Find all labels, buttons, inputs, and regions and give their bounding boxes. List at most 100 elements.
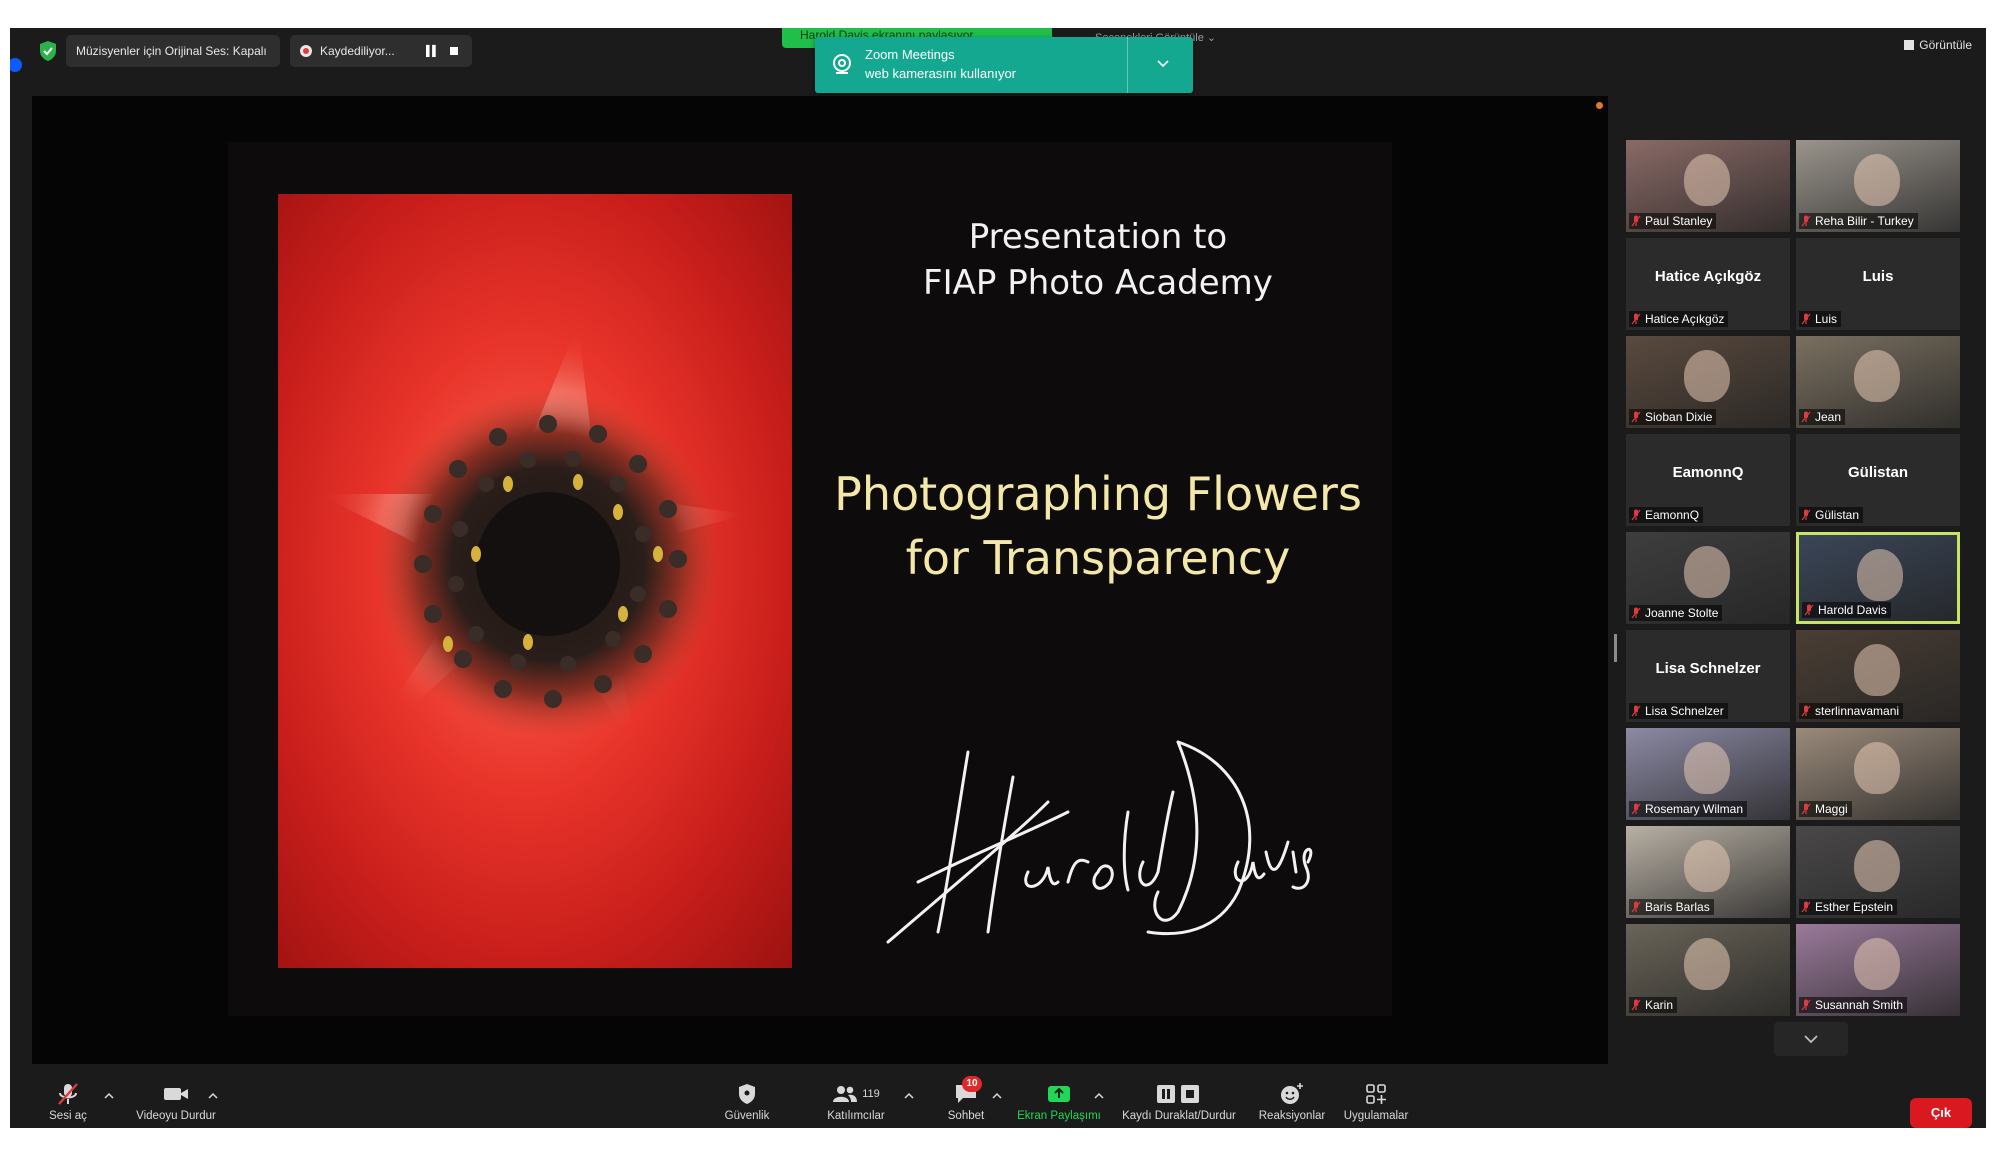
participant-tile[interactable]: Esther Epstein [1796, 826, 1960, 918]
presenter-indicator-dot [1596, 102, 1603, 109]
participant-video-feed [1684, 742, 1730, 794]
participant-tile[interactable]: Reha Bilir - Turkey [1796, 140, 1960, 232]
participant-name-label: EamonnQ [1629, 507, 1704, 523]
pause-stop-recording-button[interactable]: Kaydı Duraklat/Durdur [1114, 1080, 1244, 1128]
slide-title-line-2: FIAP Photo Academy [923, 263, 1273, 303]
pause-stop-recording-label: Kaydı Duraklat/Durdur [1122, 1110, 1236, 1122]
participant-name-label: Karin [1629, 997, 1678, 1013]
participant-video-feed [1854, 840, 1900, 892]
muted-mic-icon [1801, 803, 1811, 815]
muted-mic-icon [1631, 313, 1641, 325]
resize-handle[interactable] [1614, 634, 1617, 662]
handwritten-signature [886, 740, 1313, 944]
participant-video-feed [1854, 742, 1900, 794]
muted-mic-icon [1631, 509, 1641, 521]
notification-app: Zoom Meetings [865, 47, 955, 62]
slide-heading-line-2: for Transparency [905, 531, 1291, 585]
participant-name: Karin [1645, 998, 1674, 1012]
participant-video-feed [1684, 546, 1730, 598]
participant-count: 119 [862, 1088, 880, 1100]
shared-screen[interactable]: Presentation to FIAP Photo Academy Photo… [32, 96, 1617, 1064]
participant-tile[interactable]: Harold Davis [1796, 532, 1960, 624]
webcam-notification[interactable]: Zoom Meetings web kamerasını kullanıyor [815, 37, 1193, 93]
recording-label: Kaydediliyor... [320, 44, 395, 58]
original-sound-label: Müzisyenler için Orijinal Ses: Kapalı [76, 44, 267, 58]
apps-button[interactable]: Uygulamalar [1336, 1080, 1416, 1128]
security-shield-icon[interactable] [38, 40, 58, 62]
participant-tile[interactable]: Lisa Schnelzer Lisa Schnelzer [1626, 630, 1790, 722]
chevron-down-icon[interactable] [1155, 55, 1171, 71]
participants-button[interactable]: 119 Katılımcılar [818, 1080, 894, 1128]
participant-name: Joanne Stolte [1645, 606, 1719, 620]
participant-tile[interactable]: Maggi [1796, 728, 1960, 820]
participant-video-feed [1684, 840, 1730, 892]
share-screen-label: Ekran Paylaşımı [1017, 1110, 1101, 1122]
chat-button[interactable]: 10 Sohbet [936, 1076, 996, 1128]
participant-name-label: Lisa Schnelzer [1629, 703, 1728, 719]
participant-video-feed [1684, 154, 1730, 206]
participant-name-label: Esther Epstein [1799, 899, 1898, 915]
audio-options-caret-icon[interactable] [104, 1092, 114, 1100]
reactions-button[interactable]: Reaksiyonlar [1254, 1080, 1330, 1128]
participant-video-feed [1854, 644, 1900, 696]
muted-mic-icon [1631, 607, 1641, 619]
chat-unread-badge: 10 [962, 1076, 982, 1092]
participant-name: Maggi [1815, 802, 1848, 816]
chat-label: Sohbet [947, 1110, 985, 1122]
muted-mic-icon [1801, 313, 1811, 325]
share-screen-button[interactable]: Ekran Paylaşımı [1014, 1080, 1104, 1128]
participant-tile[interactable]: Paul Stanley [1626, 140, 1790, 232]
participant-tile[interactable]: Luis Luis [1796, 238, 1960, 330]
webcam-icon [833, 54, 851, 74]
participant-tile[interactable]: Joanne Stolte [1626, 532, 1790, 624]
muted-mic-icon [1631, 803, 1641, 815]
participant-tile[interactable]: Baris Barlas [1626, 826, 1790, 918]
participant-tile[interactable]: Sioban Dixie [1626, 336, 1790, 428]
apps-icon [1366, 1084, 1386, 1104]
muted-mic-icon [1631, 901, 1641, 913]
muted-mic-icon [1801, 999, 1811, 1011]
muted-mic-icon [1801, 215, 1811, 227]
leave-button[interactable]: Çık [1910, 1098, 1972, 1128]
participant-name-label: Rosemary Wilman [1629, 801, 1748, 817]
share-options-caret-icon[interactable] [1094, 1092, 1104, 1100]
participant-name-label: Sioban Dixie [1629, 409, 1717, 425]
original-sound-toggle[interactable]: Müzisyenler için Orijinal Ses: Kapalı [66, 35, 280, 67]
participant-tile[interactable]: EamonnQ EamonnQ [1626, 434, 1790, 526]
participant-name-label: Gülistan [1799, 507, 1864, 523]
security-button[interactable]: Güvenlik [712, 1080, 782, 1128]
participant-video-feed [1857, 549, 1903, 601]
gallery-next-page-button[interactable] [1774, 1022, 1848, 1056]
reactions-label: Reaksiyonlar [1258, 1110, 1326, 1122]
participant-video-feed [1854, 350, 1900, 402]
stop-video-button[interactable]: Videoyu Durdur [126, 1080, 226, 1128]
participant-tile[interactable]: Karin [1626, 924, 1790, 1016]
muted-mic-icon [58, 1083, 78, 1105]
participant-name: Paul Stanley [1645, 214, 1713, 228]
participant-tile[interactable]: Susannah Smith [1796, 924, 1960, 1016]
participants-options-caret-icon[interactable] [904, 1092, 914, 1100]
pause-recording-icon[interactable]: ▌▌ [426, 46, 439, 57]
participant-tile[interactable]: Hatice Açıkgöz Hatice Açıkgöz [1626, 238, 1790, 330]
recording-dot-icon [300, 45, 312, 57]
share-screen-icon [1048, 1086, 1070, 1102]
participant-tile[interactable]: sterlinnavamani [1796, 630, 1960, 722]
muted-mic-icon [1801, 705, 1811, 717]
participant-tile[interactable]: Gülistan Gülistan [1796, 434, 1960, 526]
chat-options-caret-icon[interactable] [992, 1092, 1002, 1100]
participant-name-label: Harold Davis [1802, 602, 1891, 618]
participant-name: Harold Davis [1818, 603, 1887, 617]
participant-tile[interactable]: Jean [1796, 336, 1960, 428]
participant-display-name: Lisa Schnelzer [1655, 660, 1761, 677]
participants-label: Katılımcılar [827, 1110, 885, 1122]
participant-display-name: Luis [1862, 268, 1894, 285]
unmute-button[interactable]: Sesi aç [38, 1080, 98, 1128]
view-button[interactable]: Görüntüle [1904, 38, 1972, 52]
participant-name-label: Susannah Smith [1799, 997, 1908, 1013]
participant-tile[interactable]: Rosemary Wilman [1626, 728, 1790, 820]
zoom-meeting-window: Müzisyenler için Orijinal Ses: Kapalı Ka… [10, 28, 1986, 1128]
video-options-caret-icon[interactable] [208, 1092, 218, 1100]
muted-mic-icon [1804, 604, 1814, 616]
stop-recording-icon[interactable] [450, 47, 458, 55]
unmute-label: Sesi aç [49, 1110, 87, 1122]
